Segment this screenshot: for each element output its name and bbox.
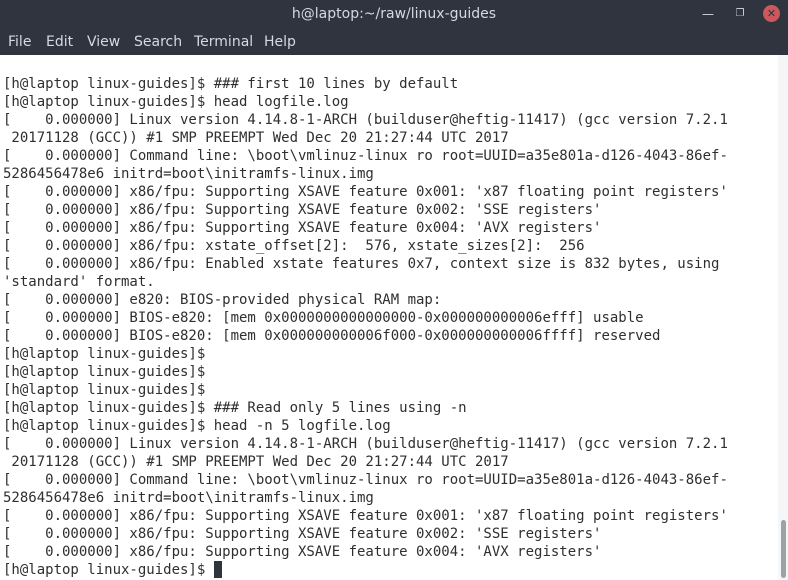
scrollbar-thumb[interactable]: [781, 520, 786, 578]
terminal-line: [ 0.000000] e820: BIOS-provided physical…: [3, 292, 442, 308]
terminal-line: [ 0.000000] BIOS-e820: [mem 0x0000000000…: [3, 328, 661, 344]
title-bar[interactable]: h@laptop:~/raw/linux-guides — ❐ ✕: [0, 0, 788, 29]
menu-view[interactable]: View: [87, 29, 120, 55]
close-icon[interactable]: ✕: [763, 5, 780, 22]
terminal-line: [h@laptop linux-guides]$: [3, 364, 206, 380]
terminal-line: [ 0.000000] x86/fpu: Supporting XSAVE fe…: [3, 544, 602, 560]
window-title: h@laptop:~/raw/linux-guides: [291, 6, 497, 22]
maximize-icon[interactable]: ❐: [731, 5, 749, 23]
terminal-line: [h@laptop linux-guides]$ head -n 5 logfi…: [3, 418, 391, 434]
terminal-line: 'standard' format.: [3, 274, 155, 290]
menu-search[interactable]: Search: [134, 29, 182, 55]
text-cursor: [213, 561, 222, 578]
terminal-line: 20171128 (GCC)) #1 SMP PREEMPT Wed Dec 2…: [3, 130, 509, 146]
menu-terminal[interactable]: Terminal: [194, 29, 253, 55]
terminal-line: [ 0.000000] Command line: \boot\vmlinuz-…: [3, 148, 728, 164]
terminal-line: [ 0.000000] x86/fpu: Supporting XSAVE fe…: [3, 202, 602, 218]
menu-edit[interactable]: Edit: [46, 29, 73, 55]
menu-help[interactable]: Help: [264, 29, 296, 55]
minimize-icon[interactable]: —: [699, 5, 717, 23]
terminal-line: [ 0.000000] BIOS-e820: [mem 0x0000000000…: [3, 310, 644, 326]
terminal-line: 20171128 (GCC)) #1 SMP PREEMPT Wed Dec 2…: [3, 454, 509, 470]
terminal-line: [ 0.000000] x86/fpu: Supporting XSAVE fe…: [3, 508, 728, 524]
scrollbar[interactable]: [778, 55, 788, 580]
terminal-line: [ 0.000000] x86/fpu: Supporting XSAVE fe…: [3, 220, 602, 236]
terminal-line: [h@laptop linux-guides]$ ### first 10 li…: [3, 76, 459, 92]
terminal-line: [ 0.000000] Linux version 4.14.8-1-ARCH …: [3, 112, 728, 128]
terminal-line: [ 0.000000] x86/fpu: Supporting XSAVE fe…: [3, 526, 602, 542]
terminal-line: [h@laptop linux-guides]$ head logfile.lo…: [3, 94, 349, 110]
terminal-window: h@laptop:~/raw/linux-guides — ❐ ✕ File E…: [0, 0, 788, 580]
terminal-line: 5286456478e6 initrd=boot\initramfs-linux…: [3, 490, 374, 506]
terminal-line: [ 0.000000] x86/fpu: Enabled xstate feat…: [3, 256, 720, 272]
terminal-line: 5286456478e6 initrd=boot\initramfs-linux…: [3, 166, 374, 182]
menu-bar: File Edit View Search Terminal Help: [0, 29, 788, 55]
terminal-line: [h@laptop linux-guides]$: [3, 346, 206, 362]
terminal-line: [h@laptop linux-guides]$: [3, 562, 214, 578]
menu-file[interactable]: File: [8, 29, 31, 55]
terminal-line: [ 0.000000] Linux version 4.14.8-1-ARCH …: [3, 436, 728, 452]
terminal-line: [h@laptop linux-guides]$ ### Read only 5…: [3, 400, 467, 416]
terminal-line: [ 0.000000] x86/fpu: Supporting XSAVE fe…: [3, 184, 728, 200]
terminal-line: [h@laptop linux-guides]$: [3, 382, 206, 398]
terminal-output[interactable]: [h@laptop linux-guides]$ ### first 10 li…: [0, 55, 778, 580]
terminal-line: [ 0.000000] Command line: \boot\vmlinuz-…: [3, 472, 728, 488]
terminal-line: [ 0.000000] x86/fpu: xstate_offset[2]: 5…: [3, 238, 585, 254]
